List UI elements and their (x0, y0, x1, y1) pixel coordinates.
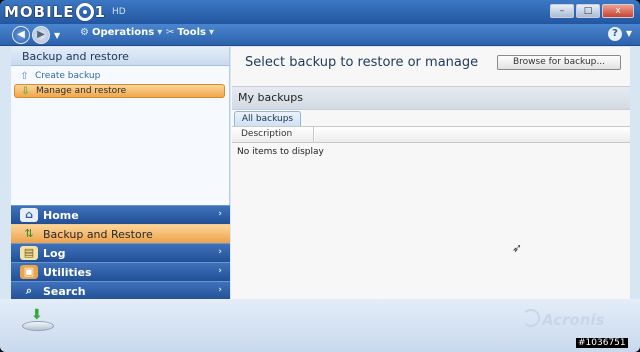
create-backup-link[interactable]: ⇧ Create backup (14, 69, 225, 83)
nav-label: Search (43, 284, 86, 298)
operations-menu[interactable]: ⚙ Operations ▾ (80, 27, 162, 38)
history-dropdown-icon[interactable]: ▼ (54, 31, 60, 40)
sidebar: Backup and restore ⇧ Create backup ⇩ Man… (11, 47, 230, 300)
brand-eye-icon (75, 3, 94, 21)
chevron-right-icon: › (218, 266, 222, 276)
nav-label: Home (43, 208, 79, 222)
help-button[interactable]: ? (608, 27, 622, 41)
brand-text-right: 1 (94, 3, 106, 21)
search-icon: ⌕ (25, 284, 33, 297)
chevron-down-icon: ▾ (157, 27, 163, 38)
table-header: Description (232, 126, 630, 143)
mouse-cursor-icon: ➶ (512, 241, 523, 255)
maximize-button[interactable]: □ (576, 4, 600, 18)
minimize-button[interactable]: – (550, 4, 574, 18)
column-filler (314, 127, 630, 142)
back-arrow-icon: ◀ (17, 29, 25, 40)
upload-icon: ⇧ (20, 70, 29, 82)
section-header: My backups (232, 86, 630, 110)
chevron-down-icon: ▾ (209, 27, 215, 38)
brand-suffix: HD (111, 7, 126, 17)
tab-all-backups[interactable]: All backups (234, 111, 301, 126)
watermark: #1036751 (576, 338, 628, 348)
download-icon: ⇩ (21, 85, 30, 97)
forward-arrow-icon: ▶ (37, 29, 45, 40)
page-title: Select backup to restore or manage (245, 55, 479, 70)
tasks-title: Backup and restore (11, 47, 229, 66)
chevron-right-icon: › (218, 285, 222, 295)
history-buttons: ◀ ▶ ▼ (12, 26, 60, 44)
nav-search[interactable]: ⌕ Search › (11, 281, 230, 300)
acronis-logo-text: Acronis (542, 311, 605, 329)
manage-and-restore-link[interactable]: ⇩ Manage and restore (14, 84, 225, 98)
chevron-right-icon: › (218, 247, 222, 257)
nav-backup-and-restore[interactable]: ⇅ Backup and Restore › (11, 224, 230, 243)
title-bar: MOBILE 1 HD – □ x (0, 0, 640, 24)
footer: ⬇ Acronis (0, 299, 640, 352)
main-panel: Select backup to restore or manage Brows… (231, 47, 630, 299)
utilities-icon: ▣ (20, 265, 38, 279)
close-button[interactable]: x (602, 4, 634, 18)
nav-home[interactable]: ⌂ Home › (11, 205, 230, 224)
window-controls: – □ x (550, 4, 634, 18)
chevron-right-icon: › (218, 209, 222, 219)
column-description[interactable]: Description (232, 127, 314, 142)
empty-list-text: No items to display (237, 147, 324, 157)
browse-for-backup-button[interactable]: Browse for backup... (497, 55, 621, 70)
task-label: Create backup (35, 71, 101, 81)
nav-utilities[interactable]: ▣ Utilities › (11, 262, 230, 281)
nav-label: Utilities (43, 265, 92, 279)
operations-icon: ⚙ (80, 27, 89, 38)
tools-menu[interactable]: ✂ Tools ▾ (166, 27, 214, 38)
brand-text-left: MOBILE (4, 3, 75, 21)
download-arrow-icon: ⬇ (31, 307, 43, 323)
tools-menu-label: Tools (177, 27, 207, 38)
home-icon: ⌂ (20, 208, 38, 222)
app-window: MOBILE 1 HD – □ x ◀ ▶ ▼ ⚙ Operations ▾ ✂… (0, 0, 640, 352)
help-dropdown-icon[interactable]: ▼ (626, 29, 632, 38)
task-label: Manage and restore (36, 86, 127, 96)
acronis-logo-icon (522, 309, 540, 327)
tools-icon: ✂ (166, 27, 175, 38)
nav-label: Log (43, 246, 66, 260)
backup-restore-icon: ⇅ (24, 227, 34, 240)
nav-log[interactable]: ▤ Log › (11, 243, 230, 262)
disk-restore-icon: ⬇ (22, 307, 54, 331)
log-icon: ▤ (20, 246, 38, 260)
back-button[interactable]: ◀ (12, 26, 30, 44)
menu-bar: ◀ ▶ ▼ ⚙ Operations ▾ ✂ Tools ▾ ? ▼ (0, 24, 640, 46)
nav-label: Backup and Restore (43, 227, 153, 241)
operations-menu-label: Operations (91, 27, 155, 38)
forward-button[interactable]: ▶ (32, 26, 50, 44)
brand-logo: MOBILE 1 HD (4, 2, 126, 22)
